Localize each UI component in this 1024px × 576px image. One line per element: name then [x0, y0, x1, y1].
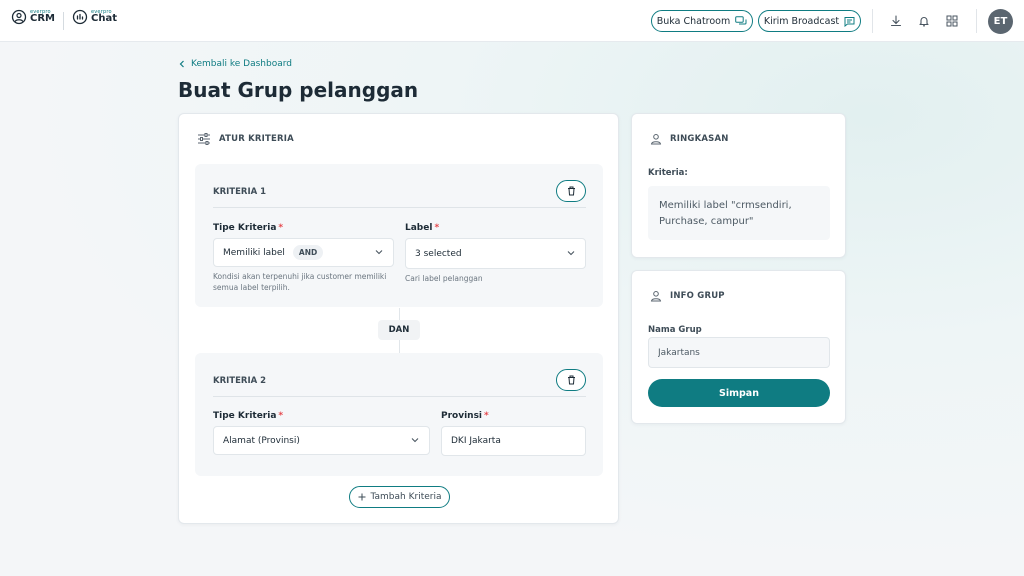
trash-icon — [567, 375, 575, 385]
chat-bubbles-icon — [735, 15, 747, 24]
province-field-label: Provinsi * — [441, 411, 489, 421]
criteria-type-value: Alamat (Provinsi) — [223, 435, 300, 446]
group-name-input[interactable] — [648, 337, 830, 368]
sliders-icon — [198, 133, 210, 145]
label-field-label: Label * — [405, 223, 440, 233]
chevron-down-icon — [375, 250, 383, 255]
delete-criteria-button[interactable] — [556, 180, 586, 202]
type-field-label: Tipe Kriteria * — [213, 223, 284, 233]
criteria-title: KRITERIA 1 — [213, 187, 267, 197]
message-icon — [844, 16, 855, 27]
group-name-label: Nama Grup — [648, 325, 702, 335]
criteria-divider — [213, 207, 586, 208]
criteria-title: KRITERIA 2 — [213, 376, 267, 386]
bell-icon[interactable] — [916, 13, 932, 29]
user-avatar[interactable]: ET — [988, 9, 1013, 34]
summary-criteria-text: Memiliki label "crmsendiri, Purchase, ca… — [648, 186, 830, 240]
criteria-type-value: Memiliki label — [223, 247, 285, 258]
criteria-type-select[interactable]: Alamat (Provinsi) — [213, 426, 430, 455]
chevron-left-icon — [179, 60, 184, 68]
criteria-divider — [213, 396, 586, 397]
add-criteria-button[interactable]: Tambah Kriteria — [349, 486, 450, 508]
chat-logo[interactable]: everpro Chat — [72, 9, 117, 25]
and-connector-badge: DAN — [378, 320, 420, 340]
trash-icon — [567, 186, 575, 196]
label-select-help: Cari label pelanggan — [405, 274, 483, 283]
criteria-type-select[interactable]: Memiliki label AND — [213, 238, 394, 267]
user-icon — [650, 134, 662, 145]
back-to-dashboard-link[interactable]: Kembali ke Dashboard — [179, 59, 292, 69]
chevron-down-icon — [411, 438, 419, 443]
apps-grid-icon[interactable] — [944, 13, 960, 29]
open-chatroom-button[interactable]: Buka Chatroom — [651, 10, 753, 32]
and-badge: AND — [292, 245, 324, 260]
save-button[interactable]: Simpan — [648, 379, 830, 407]
chat-logo-icon — [72, 9, 88, 25]
group-info-header: INFO GRUP — [650, 290, 725, 302]
brand-divider — [63, 12, 64, 30]
criteria-type-help: Kondisi akan terpenuhi jika customer mem… — [213, 272, 387, 292]
chevron-down-icon — [567, 251, 575, 256]
criteria-card: ATUR KRITERIA KRITERIA 1 Tipe Kriteria * … — [178, 113, 619, 524]
summary-card: RINGKASAN Kriteria: Memiliki label "crms… — [631, 113, 846, 258]
label-select[interactable]: 3 selected — [405, 238, 586, 269]
page-title: Buat Grup pelanggan — [178, 78, 419, 102]
summary-criteria-label: Kriteria: — [648, 168, 688, 178]
province-input[interactable] — [441, 426, 586, 456]
send-broadcast-button[interactable]: Kirim Broadcast — [758, 10, 861, 32]
download-icon[interactable] — [888, 13, 904, 29]
topbar-divider — [872, 9, 873, 33]
chat-logo-name: Chat — [91, 13, 117, 24]
criteria-block-2: KRITERIA 2 Tipe Kriteria * Alamat (Provin… — [195, 353, 603, 476]
top-bar: everpro CRM everpro Chat Buka Chatroom K… — [0, 0, 1024, 42]
send-broadcast-label: Kirim Broadcast — [763, 15, 840, 27]
crm-logo[interactable]: everpro CRM — [11, 9, 55, 25]
crm-logo-name: CRM — [30, 13, 55, 24]
crm-logo-icon — [11, 9, 27, 25]
delete-criteria-button[interactable] — [556, 369, 586, 391]
type-field-label: Tipe Kriteria * — [213, 411, 284, 421]
back-link-label: Kembali ke Dashboard — [191, 59, 292, 69]
topbar-divider — [976, 9, 977, 33]
user-icon — [650, 291, 662, 302]
open-chatroom-label: Buka Chatroom — [656, 15, 731, 27]
summary-card-title: RINGKASAN — [670, 134, 729, 144]
plus-icon — [358, 493, 366, 501]
label-select-value: 3 selected — [415, 248, 462, 259]
group-info-title: INFO GRUP — [670, 291, 725, 301]
add-criteria-label: Tambah Kriteria — [370, 492, 442, 502]
criteria-card-title: ATUR KRITERIA — [219, 134, 294, 144]
criteria-card-header: ATUR KRITERIA — [197, 133, 294, 145]
criteria-block-1: KRITERIA 1 Tipe Kriteria * Memiliki label… — [195, 164, 603, 307]
summary-card-header: RINGKASAN — [650, 133, 729, 145]
group-info-card: INFO GRUP Nama Grup Simpan — [631, 270, 846, 424]
